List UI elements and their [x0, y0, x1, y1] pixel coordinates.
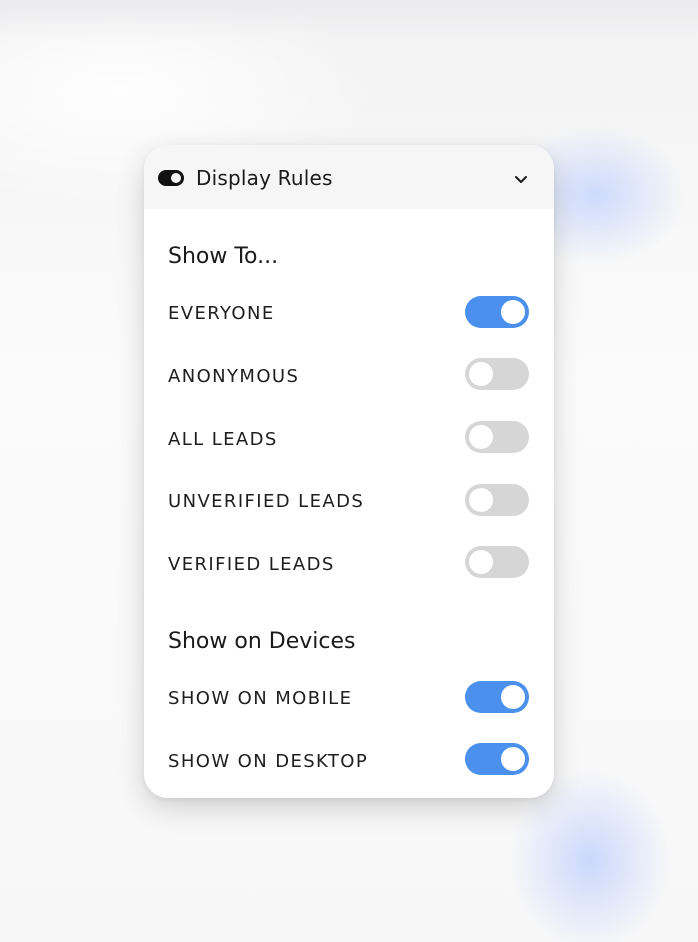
toggle-knob — [469, 550, 493, 574]
top-bar-backdrop — [0, 0, 698, 40]
show-on-desktop-toggle[interactable] — [465, 743, 529, 775]
anonymous-toggle[interactable] — [465, 358, 529, 390]
panel-header[interactable]: Display Rules — [144, 145, 554, 209]
show-on-mobile-label: SHOW ON MOBILE — [168, 688, 353, 709]
toggle-knob — [469, 362, 493, 386]
anonymous-label: ANONYMOUS — [168, 366, 300, 387]
all-leads-label: ALL LEADS — [168, 429, 278, 450]
everyone-label: EVERYONE — [168, 303, 275, 324]
toggle-knob — [469, 488, 493, 512]
unverified-leads-toggle[interactable] — [465, 484, 529, 516]
show-on-mobile-toggle[interactable] — [465, 681, 529, 713]
chevron-down-icon[interactable] — [513, 173, 529, 185]
panel-title: Display Rules — [196, 166, 333, 190]
toggle-knob — [501, 747, 525, 771]
all-leads-toggle[interactable] — [465, 421, 529, 453]
verified-leads-label: VERIFIED LEADS — [168, 554, 335, 575]
show-to-heading: Show To... — [168, 244, 279, 269]
toggle-knob — [501, 685, 525, 709]
show-on-desktop-label: SHOW ON DESKTOP — [168, 751, 369, 772]
show-on-devices-heading: Show on Devices — [168, 629, 356, 654]
everyone-toggle[interactable] — [465, 296, 529, 328]
display-rules-panel: Display Rules Show To... EVERYONE ANONYM… — [144, 145, 554, 798]
unverified-leads-label: UNVERIFIED LEADS — [168, 491, 365, 512]
toggle-knob — [469, 425, 493, 449]
toggle-icon — [158, 170, 184, 186]
verified-leads-toggle[interactable] — [465, 546, 529, 578]
toggle-knob — [501, 300, 525, 324]
